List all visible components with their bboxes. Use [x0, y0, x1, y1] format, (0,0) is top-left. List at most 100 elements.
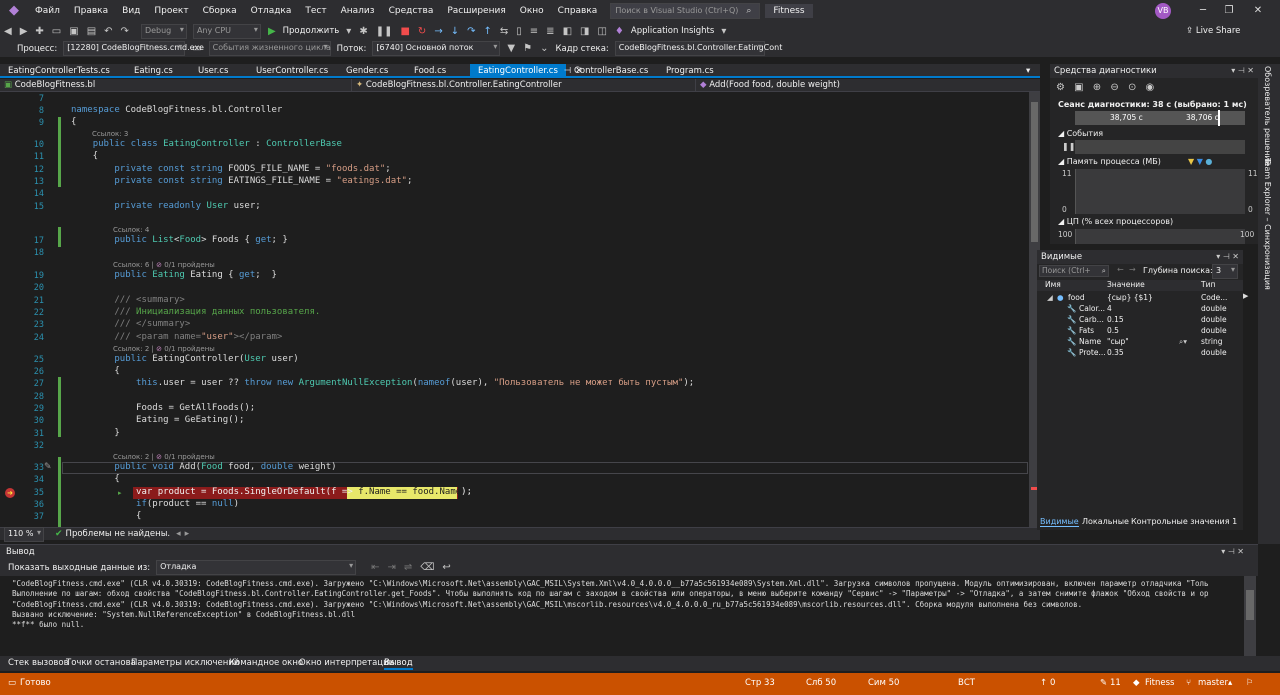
bookmark-next-icon[interactable]: ◨: [576, 26, 593, 37]
autos-search-input[interactable]: Поиск (Ctrl+ ⌕: [1039, 265, 1109, 277]
save-icon[interactable]: ▣: [65, 26, 82, 37]
status-column[interactable]: Слб 50: [806, 678, 836, 688]
continue-icon[interactable]: ▶: [264, 26, 280, 37]
stack-frame-select[interactable]: CodeBlogFitness.bl.Controller.EatingCont: [614, 41, 782, 56]
hex-icon[interactable]: ⇆: [496, 26, 512, 37]
redo-icon[interactable]: ↷: [117, 26, 133, 37]
menu-item[interactable]: Анализ: [334, 0, 382, 22]
step-out-icon[interactable]: ↑: [479, 26, 495, 37]
autos-row-protein[interactable]: 🔧 Prote... 0.35 double: [1037, 348, 1243, 359]
nav-prev-icon[interactable]: ◂: [176, 529, 181, 539]
problems-status[interactable]: Проблемы не найдены.: [66, 529, 171, 539]
team-explorer-tab[interactable]: Team Explorer – Синхронизация: [1263, 158, 1272, 290]
search-next-icon[interactable]: →: [1129, 265, 1136, 274]
menu-item[interactable]: Сборка: [196, 0, 244, 22]
undo-icon[interactable]: ↶: [100, 26, 116, 37]
menu-item[interactable]: Отладка: [244, 0, 299, 22]
codelens-refs[interactable]: Ссылок: 4: [113, 226, 149, 234]
status-insert-mode[interactable]: ВСТ: [958, 678, 975, 688]
autos-row-carbs[interactable]: 🔧 Carb... 0.15 double: [1037, 315, 1243, 326]
codelens-refs[interactable]: Ссылок: 2 | ⊘ 0/1 пройдены: [113, 345, 215, 353]
zoom-out-icon[interactable]: ⊖: [1110, 82, 1118, 93]
output-source-select[interactable]: Отладка: [156, 560, 357, 575]
events-track[interactable]: [1075, 140, 1245, 154]
text-visualizer-icon[interactable]: ⌕▾: [1179, 337, 1187, 347]
maximize-button[interactable]: ❐: [1214, 0, 1244, 22]
menu-item[interactable]: Тест: [298, 0, 333, 22]
var-value[interactable]: 4: [1107, 304, 1197, 313]
autos-row-name[interactable]: 🔧 Name "сыр" ⌕▾ string: [1037, 337, 1243, 348]
project-dropdown[interactable]: ▣ CodeBlogFitness.bl: [0, 79, 352, 92]
lifecycle-events-select[interactable]: События жизненного цикла: [208, 41, 331, 56]
var-value[interactable]: {сыр} {$1}: [1107, 293, 1197, 302]
tab-food[interactable]: Food.cs: [406, 64, 468, 78]
dropdown-icon[interactable]: ⌄: [536, 43, 552, 54]
tab-overflow-icon[interactable]: ▾: [1024, 64, 1038, 78]
var-value[interactable]: "сыр": [1107, 337, 1177, 346]
menu-item[interactable]: Файл: [28, 0, 67, 22]
status-pending-count[interactable]: 11: [1110, 678, 1121, 688]
close-button[interactable]: ✕: [1243, 0, 1273, 22]
thread-select[interactable]: [6740] Основной поток: [372, 41, 501, 56]
step-into-icon[interactable]: ↓: [447, 26, 463, 37]
col-type[interactable]: Тип: [1201, 280, 1215, 289]
var-value[interactable]: 0.5: [1107, 326, 1197, 335]
bookmark-icon[interactable]: ▯: [512, 26, 526, 37]
panel-buttons[interactable]: ▾ ⊣ ✕: [1221, 545, 1244, 559]
panel-buttons[interactable]: ▾ ⊣ ✕: [1216, 250, 1239, 264]
menu-item[interactable]: Справка: [551, 0, 605, 22]
tab-eatingcontroller[interactable]: EatingController.cs ⊣ ✕: [470, 64, 582, 78]
col-name[interactable]: Имя: [1045, 280, 1061, 289]
publish-up-icon[interactable]: ↑: [1040, 678, 1047, 688]
code-editor[interactable]: ➜ ✎ ▸ 7 8 9 10 11 12 13 14 15 17 18 19 2…: [0, 92, 1040, 527]
forward-icon[interactable]: ▶: [16, 26, 32, 37]
platform-select[interactable]: Any CPU: [192, 23, 261, 39]
tab-command-window[interactable]: Командное окно: [229, 658, 303, 668]
tab-call-stack[interactable]: Стек вызовов: [8, 658, 69, 668]
codelens-refs[interactable]: Ссылок: 2 | ⊘ 0/1 пройдены: [113, 453, 215, 461]
select-tools-icon[interactable]: ▣: [1074, 82, 1083, 93]
flag-icon[interactable]: ⚑: [519, 43, 536, 54]
process-select[interactable]: [12280] CodeBlogFitness.cmd.exe: [63, 41, 204, 56]
word-wrap-icon[interactable]: ↩: [438, 562, 454, 573]
tab-usercontroller[interactable]: UserController.cs: [248, 64, 336, 78]
nav-next-icon[interactable]: ▸: [185, 529, 190, 539]
solution-explorer-tab[interactable]: Обозреватель решений: [1263, 66, 1272, 166]
tab-eating[interactable]: Eating.cs: [126, 64, 188, 78]
expand-right-icon[interactable]: ▶: [1243, 292, 1248, 300]
app-insights-button[interactable]: Application Insights: [628, 26, 717, 36]
status-line[interactable]: Стр 33: [745, 678, 775, 688]
edit-pencil-icon[interactable]: ✎: [44, 462, 52, 472]
menu-item[interactable]: Вид: [115, 0, 147, 22]
status-char[interactable]: Сим 50: [868, 678, 899, 688]
tab-output[interactable]: Вывод: [384, 658, 413, 670]
dropdown-icon[interactable]: ▾: [342, 26, 355, 37]
autos-row-calories[interactable]: 🔧 Calor... 4 double: [1037, 304, 1243, 315]
save-all-icon[interactable]: ▤: [83, 26, 100, 37]
codelens-refs[interactable]: Ссылок: 3: [92, 130, 128, 138]
bookmark-clear-icon[interactable]: ◫: [593, 26, 610, 37]
cpu-chart[interactable]: [1075, 229, 1245, 244]
go-to-line-icon[interactable]: ⇌: [400, 562, 416, 573]
tab-exception-settings[interactable]: Параметры исключений: [131, 658, 239, 668]
tab-locals[interactable]: Локальные: [1082, 517, 1129, 526]
menu-item[interactable]: Средства: [382, 0, 441, 22]
tab-eatingcontrollertests[interactable]: EatingControllerTests.cs: [0, 64, 116, 78]
open-icon[interactable]: ▭: [48, 26, 65, 37]
avatar[interactable]: VB: [1155, 3, 1171, 19]
tab-gender[interactable]: Gender.cs: [338, 64, 404, 78]
notifications-icon[interactable]: ⚐: [1246, 678, 1254, 688]
tab-watch-1[interactable]: Контрольные значения 1: [1131, 517, 1237, 526]
tab-program[interactable]: Program.cs: [658, 64, 738, 78]
search-prev-icon[interactable]: ←: [1117, 265, 1124, 274]
find-next-icon[interactable]: ⇥: [384, 562, 400, 573]
continue-button[interactable]: Продолжить: [280, 26, 343, 36]
codelens-refs[interactable]: Ссылок: 6 | ⊘ 0/1 пройдены: [113, 261, 215, 269]
depth-select[interactable]: 3: [1212, 264, 1238, 279]
snapshot-icon[interactable]: ◉: [1146, 82, 1155, 93]
pending-changes-icon[interactable]: ✎: [1100, 678, 1107, 688]
autos-row-fats[interactable]: 🔧 Fats 0.5 double: [1037, 326, 1243, 337]
menu-item[interactable]: Расширения: [440, 0, 512, 22]
reset-zoom-icon[interactable]: ⊙: [1128, 82, 1136, 93]
status-repo[interactable]: Fitness: [1145, 678, 1174, 688]
